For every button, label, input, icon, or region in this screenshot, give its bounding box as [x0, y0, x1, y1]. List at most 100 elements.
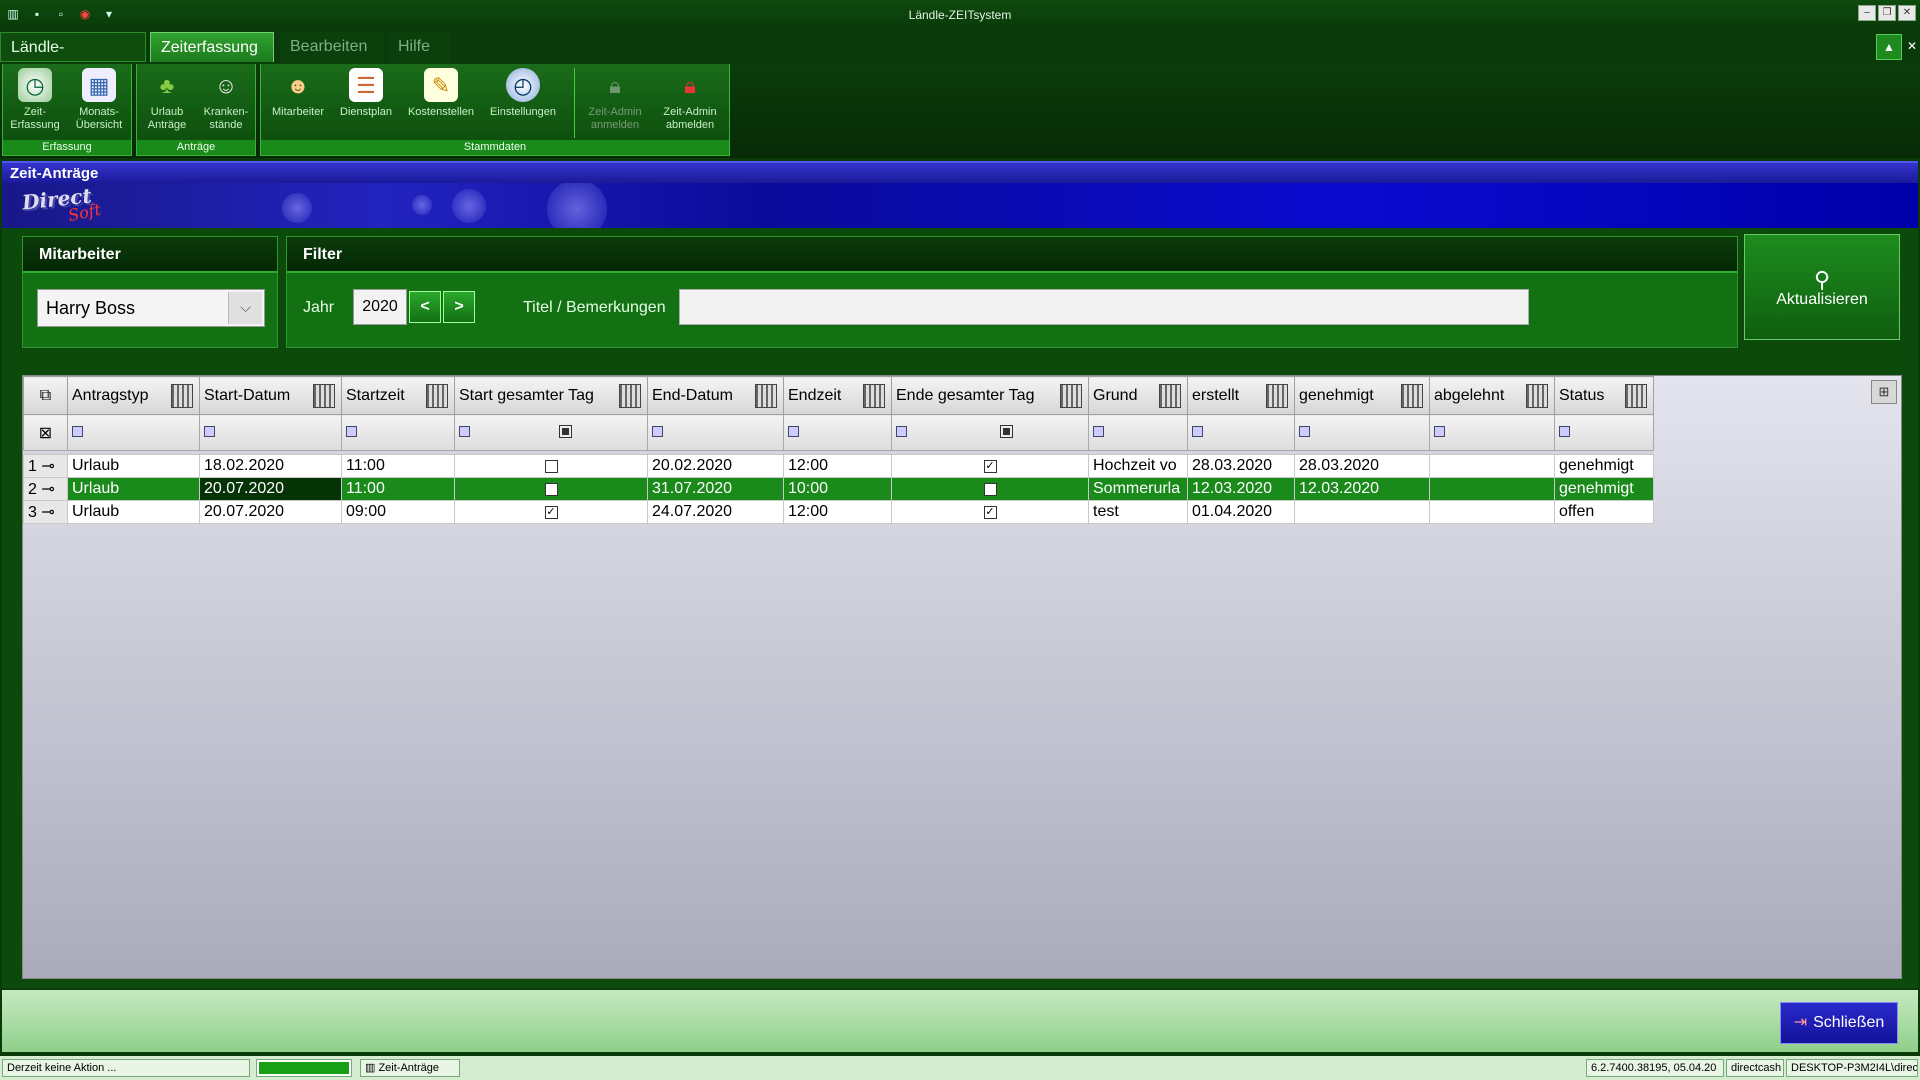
- filter-operator-icon[interactable]: [204, 425, 215, 437]
- cell-ende-ganz[interactable]: ✓: [891, 454, 1089, 478]
- col-start-gesamter-tag[interactable]: Start gesamter Tag: [454, 376, 648, 415]
- cell-typ[interactable]: Urlaub: [67, 477, 200, 501]
- filter-operator-icon[interactable]: [652, 425, 663, 437]
- cell-startzeit[interactable]: 11:00: [341, 477, 455, 501]
- table-row[interactable]: 1 ⊸ Urlaub 18.02.2020 11:00 20.02.2020 1…: [23, 454, 1654, 478]
- filter-cell[interactable]: [67, 414, 200, 451]
- expand-icon[interactable]: ⊸: [41, 458, 54, 475]
- schliessen-button[interactable]: ⇥ Schließen: [1780, 1002, 1898, 1044]
- expand-icon[interactable]: ⊸: [41, 481, 54, 498]
- cell-abgelehnt[interactable]: [1429, 454, 1555, 478]
- cell-start-ganz[interactable]: ✓: [454, 500, 648, 524]
- col-genehmigt[interactable]: genehmigt: [1294, 376, 1430, 415]
- filter-operator-icon[interactable]: [1434, 425, 1445, 437]
- collapse-ribbon-icon[interactable]: ▲: [1876, 34, 1902, 60]
- monatsuebersicht-button[interactable]: ▦ Monats- Übersicht: [67, 68, 131, 132]
- cell-genehmigt[interactable]: 28.03.2020: [1294, 454, 1430, 478]
- cell-ende-ganz[interactable]: ✓: [891, 500, 1089, 524]
- calculator-icon[interactable]: [1401, 384, 1423, 408]
- filter-cell[interactable]: [1294, 414, 1430, 451]
- row-header[interactable]: 1 ⊸: [23, 454, 68, 478]
- cell-erstellt[interactable]: 28.03.2020: [1187, 454, 1295, 478]
- cell-grund[interactable]: Sommerurla: [1088, 477, 1188, 501]
- kostenstellen-button[interactable]: ✎ Kostenstellen: [403, 68, 479, 119]
- close-doc-icon[interactable]: ✕: [1904, 34, 1920, 60]
- prev-year-button[interactable]: <: [409, 291, 441, 323]
- calculator-icon[interactable]: [1159, 384, 1181, 408]
- next-year-button[interactable]: >: [443, 291, 475, 323]
- cell-start-ganz[interactable]: [454, 477, 648, 501]
- filter-cell[interactable]: [1088, 414, 1188, 451]
- cell-start[interactable]: 18.02.2020: [199, 454, 342, 478]
- cell-typ[interactable]: Urlaub: [67, 454, 200, 478]
- column-chooser-icon[interactable]: ⧉: [23, 376, 68, 415]
- filter-cell[interactable]: [891, 414, 1089, 451]
- zeit-erfassung-button[interactable]: ◷ Zeit- Erfassung: [5, 68, 65, 132]
- checkbox-checked[interactable]: ✓: [983, 459, 997, 473]
- minimize-icon[interactable]: –: [1858, 5, 1876, 21]
- calculator-icon[interactable]: [1625, 384, 1647, 408]
- cell-startzeit[interactable]: 09:00: [341, 500, 455, 524]
- filter-operator-icon[interactable]: [1093, 425, 1104, 437]
- filter-cell[interactable]: [454, 414, 648, 451]
- calculator-icon[interactable]: [755, 384, 777, 408]
- cell-genehmigt[interactable]: [1294, 500, 1430, 524]
- einstellungen-button[interactable]: ◴ Einstellungen: [483, 68, 563, 119]
- col-abgelehnt[interactable]: abgelehnt: [1429, 376, 1555, 415]
- chevron-down-icon[interactable]: ⌵: [228, 292, 262, 324]
- checkbox-unchecked[interactable]: [544, 459, 558, 473]
- cell-status[interactable]: genehmigt: [1554, 477, 1654, 501]
- close-icon[interactable]: ✕: [1898, 5, 1916, 21]
- layout-settings-icon[interactable]: ⊞: [1871, 380, 1897, 404]
- calculator-icon[interactable]: [1526, 384, 1548, 408]
- tab-hilfe[interactable]: Hilfe: [388, 32, 450, 62]
- calculator-icon[interactable]: [1060, 384, 1082, 408]
- filter-cell[interactable]: [199, 414, 342, 451]
- cell-abgelehnt[interactable]: [1429, 477, 1555, 501]
- antraege-grid[interactable]: ⧉ Antragstyp Start-Datum Startzeit Start…: [22, 375, 1902, 979]
- cell-ende-ganz[interactable]: [891, 477, 1089, 501]
- table-row[interactable]: 3 ⊸ Urlaub 20.07.2020 09:00 ✓ 24.07.2020…: [23, 500, 1654, 524]
- cell-status[interactable]: offen: [1554, 500, 1654, 524]
- col-erstellt[interactable]: erstellt: [1187, 376, 1295, 415]
- filter-operator-icon[interactable]: [1299, 425, 1310, 437]
- expand-icon[interactable]: ⊸: [41, 504, 54, 521]
- tab-app[interactable]: Ländle-ZEITsystem: [0, 32, 146, 86]
- jahr-input[interactable]: 2020: [353, 289, 407, 325]
- filter-operator-icon[interactable]: [896, 425, 907, 437]
- row-header[interactable]: 2 ⊸: [23, 477, 68, 501]
- cell-grund[interactable]: Hochzeit vo: [1088, 454, 1188, 478]
- col-status[interactable]: Status: [1554, 376, 1654, 415]
- cell-typ[interactable]: Urlaub: [67, 500, 200, 524]
- col-antragstyp[interactable]: Antragstyp: [67, 376, 200, 415]
- calculator-icon[interactable]: [619, 384, 641, 408]
- cell-status[interactable]: genehmigt: [1554, 454, 1654, 478]
- zeit-admin-anmelden-button[interactable]: 🔒︎ Zeit-Admin anmelden: [579, 68, 651, 132]
- clear-filter-icon[interactable]: ⊠: [23, 414, 68, 451]
- calculator-icon[interactable]: [426, 384, 448, 408]
- cell-end[interactable]: 20.02.2020: [647, 454, 784, 478]
- filter-operator-icon[interactable]: [459, 425, 470, 437]
- zeit-admin-abmelden-button[interactable]: 🔒︎ Zeit-Admin abmelden: [653, 68, 727, 132]
- col-endzeit[interactable]: Endzeit: [783, 376, 892, 415]
- col-end-datum[interactable]: End-Datum: [647, 376, 784, 415]
- restore-icon[interactable]: ❐: [1878, 5, 1896, 21]
- col-start-datum[interactable]: Start-Datum: [199, 376, 342, 415]
- tab-bearbeiten[interactable]: Bearbeiten: [280, 32, 384, 62]
- titel-input[interactable]: [679, 289, 1529, 325]
- cell-start-ganz[interactable]: [454, 454, 648, 478]
- cell-genehmigt[interactable]: 12.03.2020: [1294, 477, 1430, 501]
- filter-cell[interactable]: [1187, 414, 1295, 451]
- cell-endzeit[interactable]: 12:00: [783, 454, 892, 478]
- table-row[interactable]: 2 ⊸ Urlaub 20.07.2020 11:00 31.07.2020 1…: [23, 477, 1654, 501]
- col-startzeit[interactable]: Startzeit: [341, 376, 455, 415]
- aktualisieren-button[interactable]: ⚲ Aktualisieren: [1744, 234, 1900, 340]
- calculator-icon[interactable]: [171, 384, 193, 408]
- calculator-icon[interactable]: [1266, 384, 1288, 408]
- krankenstaende-button[interactable]: ☺ Kranken- stände: [197, 68, 255, 132]
- row-header[interactable]: 3 ⊸: [23, 500, 68, 524]
- filter-cell[interactable]: [1429, 414, 1555, 451]
- cell-end[interactable]: 24.07.2020: [647, 500, 784, 524]
- mitarbeiter-combo[interactable]: Harry Boss ⌵: [37, 289, 265, 327]
- filter-operator-icon[interactable]: [788, 425, 799, 437]
